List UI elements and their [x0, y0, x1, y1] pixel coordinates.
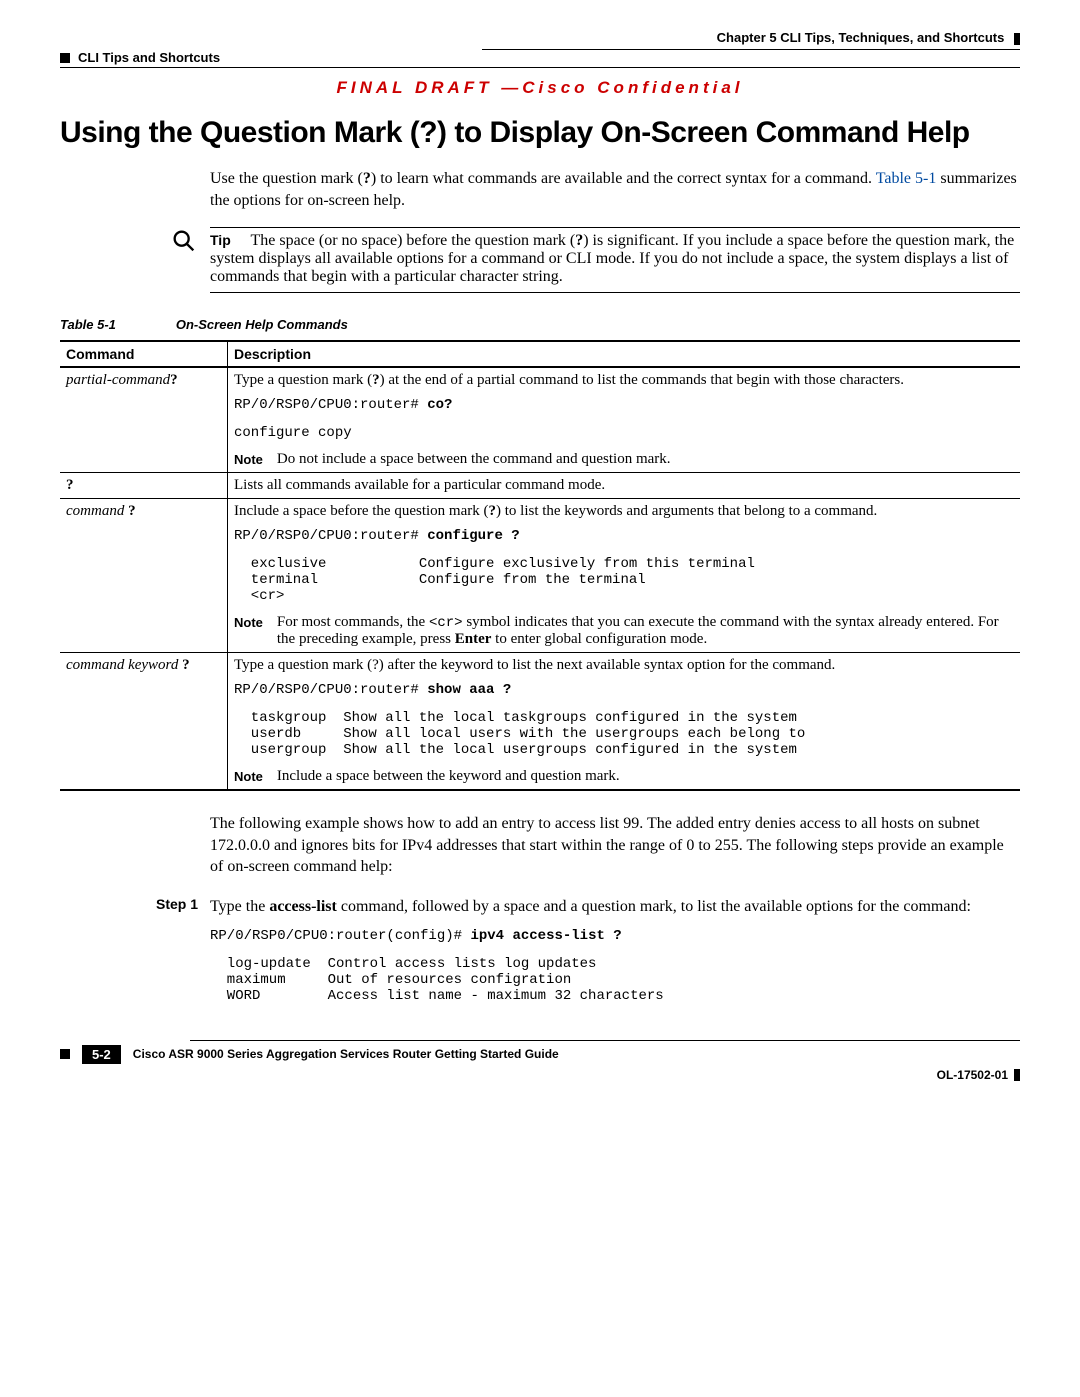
footer-mark-right — [1014, 1069, 1020, 1081]
footer-guide: Cisco ASR 9000 Series Aggregation Servic… — [133, 1047, 1020, 1061]
step-1: Step 1 Type the access-list command, fol… — [60, 896, 1020, 1004]
section-label: CLI Tips and Shortcuts — [78, 50, 220, 65]
page-number: 5-2 — [82, 1045, 121, 1064]
footer-rule — [190, 1040, 1020, 1041]
tip-label: Tip — [210, 232, 231, 248]
step-label: Step 1 — [60, 896, 210, 1004]
draft-banner: FINAL DRAFT —Cisco Confidential — [60, 78, 1020, 98]
commands-table: Command Description partial-command?Type… — [60, 340, 1020, 791]
header-mark-left — [60, 53, 70, 63]
table-row: partial-command?Type a question mark (?)… — [60, 367, 1020, 473]
magnifier-icon — [170, 227, 198, 260]
running-header: Chapter 5 CLI Tips, Techniques, and Shor… — [60, 30, 1020, 45]
table-caption: Table 5-1On-Screen Help Commands — [60, 317, 1020, 332]
step-code: RP/0/RSP0/CPU0:router(config)# ipv4 acce… — [210, 928, 1020, 944]
table-ref-link[interactable]: Table 5-1 — [876, 170, 937, 187]
intro-para: Use the question mark (?) to learn what … — [210, 168, 1020, 211]
page-footer: 5-2 Cisco ASR 9000 Series Aggregation Se… — [60, 1040, 1020, 1082]
footer-mark-left — [60, 1049, 70, 1059]
step-text: Type the access-list command, followed b… — [210, 896, 1020, 918]
footer-doc: OL-17502-01 — [937, 1068, 1008, 1082]
tip-text: The space (or no space) before the quest… — [210, 232, 1014, 285]
page-title: Using the Question Mark (?) to Display O… — [60, 116, 1020, 150]
step-code-out: log-update Control access lists log upda… — [210, 956, 1020, 1004]
table-row: command ?Include a space before the ques… — [60, 499, 1020, 653]
th-description: Description — [228, 341, 1021, 367]
th-command: Command — [60, 341, 228, 367]
table-row: ?Lists all commands available for a part… — [60, 473, 1020, 499]
tip-block: Tip The space (or no space) before the q… — [60, 227, 1020, 293]
chapter-label: Chapter 5 CLI Tips, Techniques, and Shor… — [717, 30, 1005, 45]
table-row: command keyword ?Type a question mark (?… — [60, 653, 1020, 791]
header-rule-full — [60, 67, 1020, 68]
followup-para: The following example shows how to add a… — [210, 813, 1020, 878]
header-mark-right — [1014, 33, 1020, 45]
